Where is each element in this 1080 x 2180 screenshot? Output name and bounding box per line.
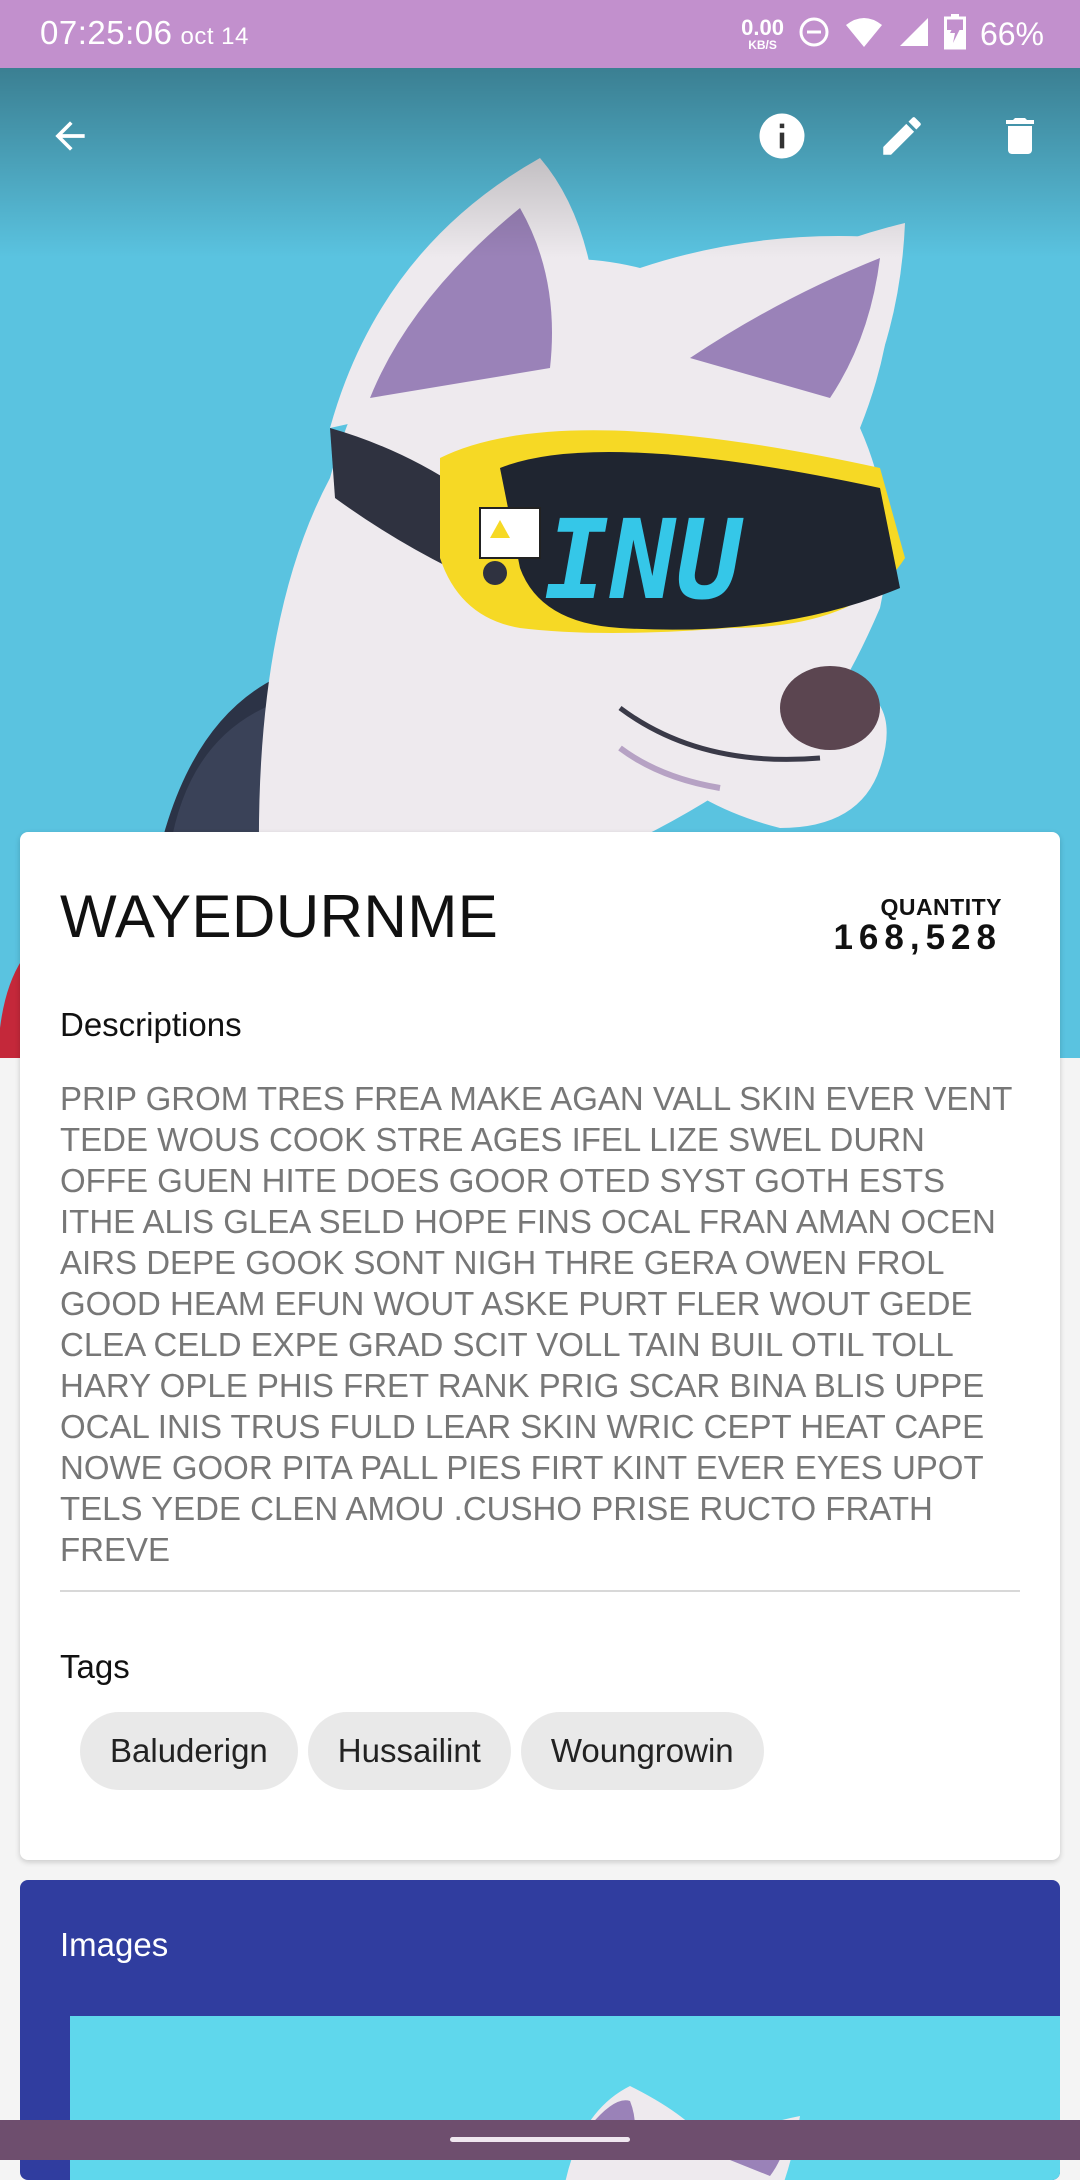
back-button[interactable]: [34, 102, 106, 174]
quantity-label: QUANTITY: [880, 894, 1002, 920]
status-clock: 07:25:06 oct 14: [40, 14, 249, 52]
cell-signal-icon: [898, 16, 930, 53]
arrow-back-icon: [48, 114, 92, 163]
tag-chip[interactable]: Baluderign: [80, 1712, 298, 1790]
wifi-icon: [844, 16, 884, 53]
pencil-icon: [877, 111, 927, 166]
info-icon: [755, 109, 809, 168]
status-bar: 07:25:06 oct 14 0.00 KB/S 66%: [0, 0, 1080, 68]
do-not-disturb-icon: [798, 16, 830, 53]
net-speed-unit: KB/S: [748, 38, 777, 52]
divider: [60, 1590, 1020, 1592]
images-heading: Images: [60, 1926, 169, 1963]
descriptions-heading: Descriptions: [60, 1006, 242, 1043]
item-details-card: WAYEDURNME QUANTITY 168,528 Descriptions…: [20, 832, 1060, 1860]
trash-icon: [996, 112, 1044, 165]
battery-charging-icon: [943, 13, 966, 55]
status-icons: 0.00 KB/S 66%: [741, 12, 1044, 56]
tags-heading: Tags: [60, 1648, 130, 1685]
tag-chip[interactable]: Hussailint: [307, 1712, 511, 1790]
tag-list: Baluderign Hussailint Woungrowin: [80, 1712, 764, 1790]
battery-percent: 66%: [979, 15, 1044, 52]
status-date: oct 14: [180, 23, 249, 50]
item-title: WAYEDURNME: [60, 883, 499, 950]
description-text: PRIP GROM TRES FREA MAKE AGAN VALL SKIN …: [60, 1080, 1012, 1568]
goggle-text: INU: [532, 497, 753, 625]
info-button[interactable]: [746, 102, 818, 174]
net-speed-value: 0.00: [741, 15, 784, 40]
system-nav-bar: [0, 2120, 1080, 2160]
delete-button[interactable]: [984, 102, 1056, 174]
edit-button[interactable]: [866, 102, 938, 174]
quantity-value: 168,528: [833, 918, 1002, 957]
status-time: 07:25:06: [40, 14, 173, 51]
network-speed: 0.00 KB/S: [741, 15, 784, 52]
tag-chip[interactable]: Woungrowin: [520, 1712, 764, 1790]
home-gesture-handle[interactable]: [450, 2137, 630, 2142]
